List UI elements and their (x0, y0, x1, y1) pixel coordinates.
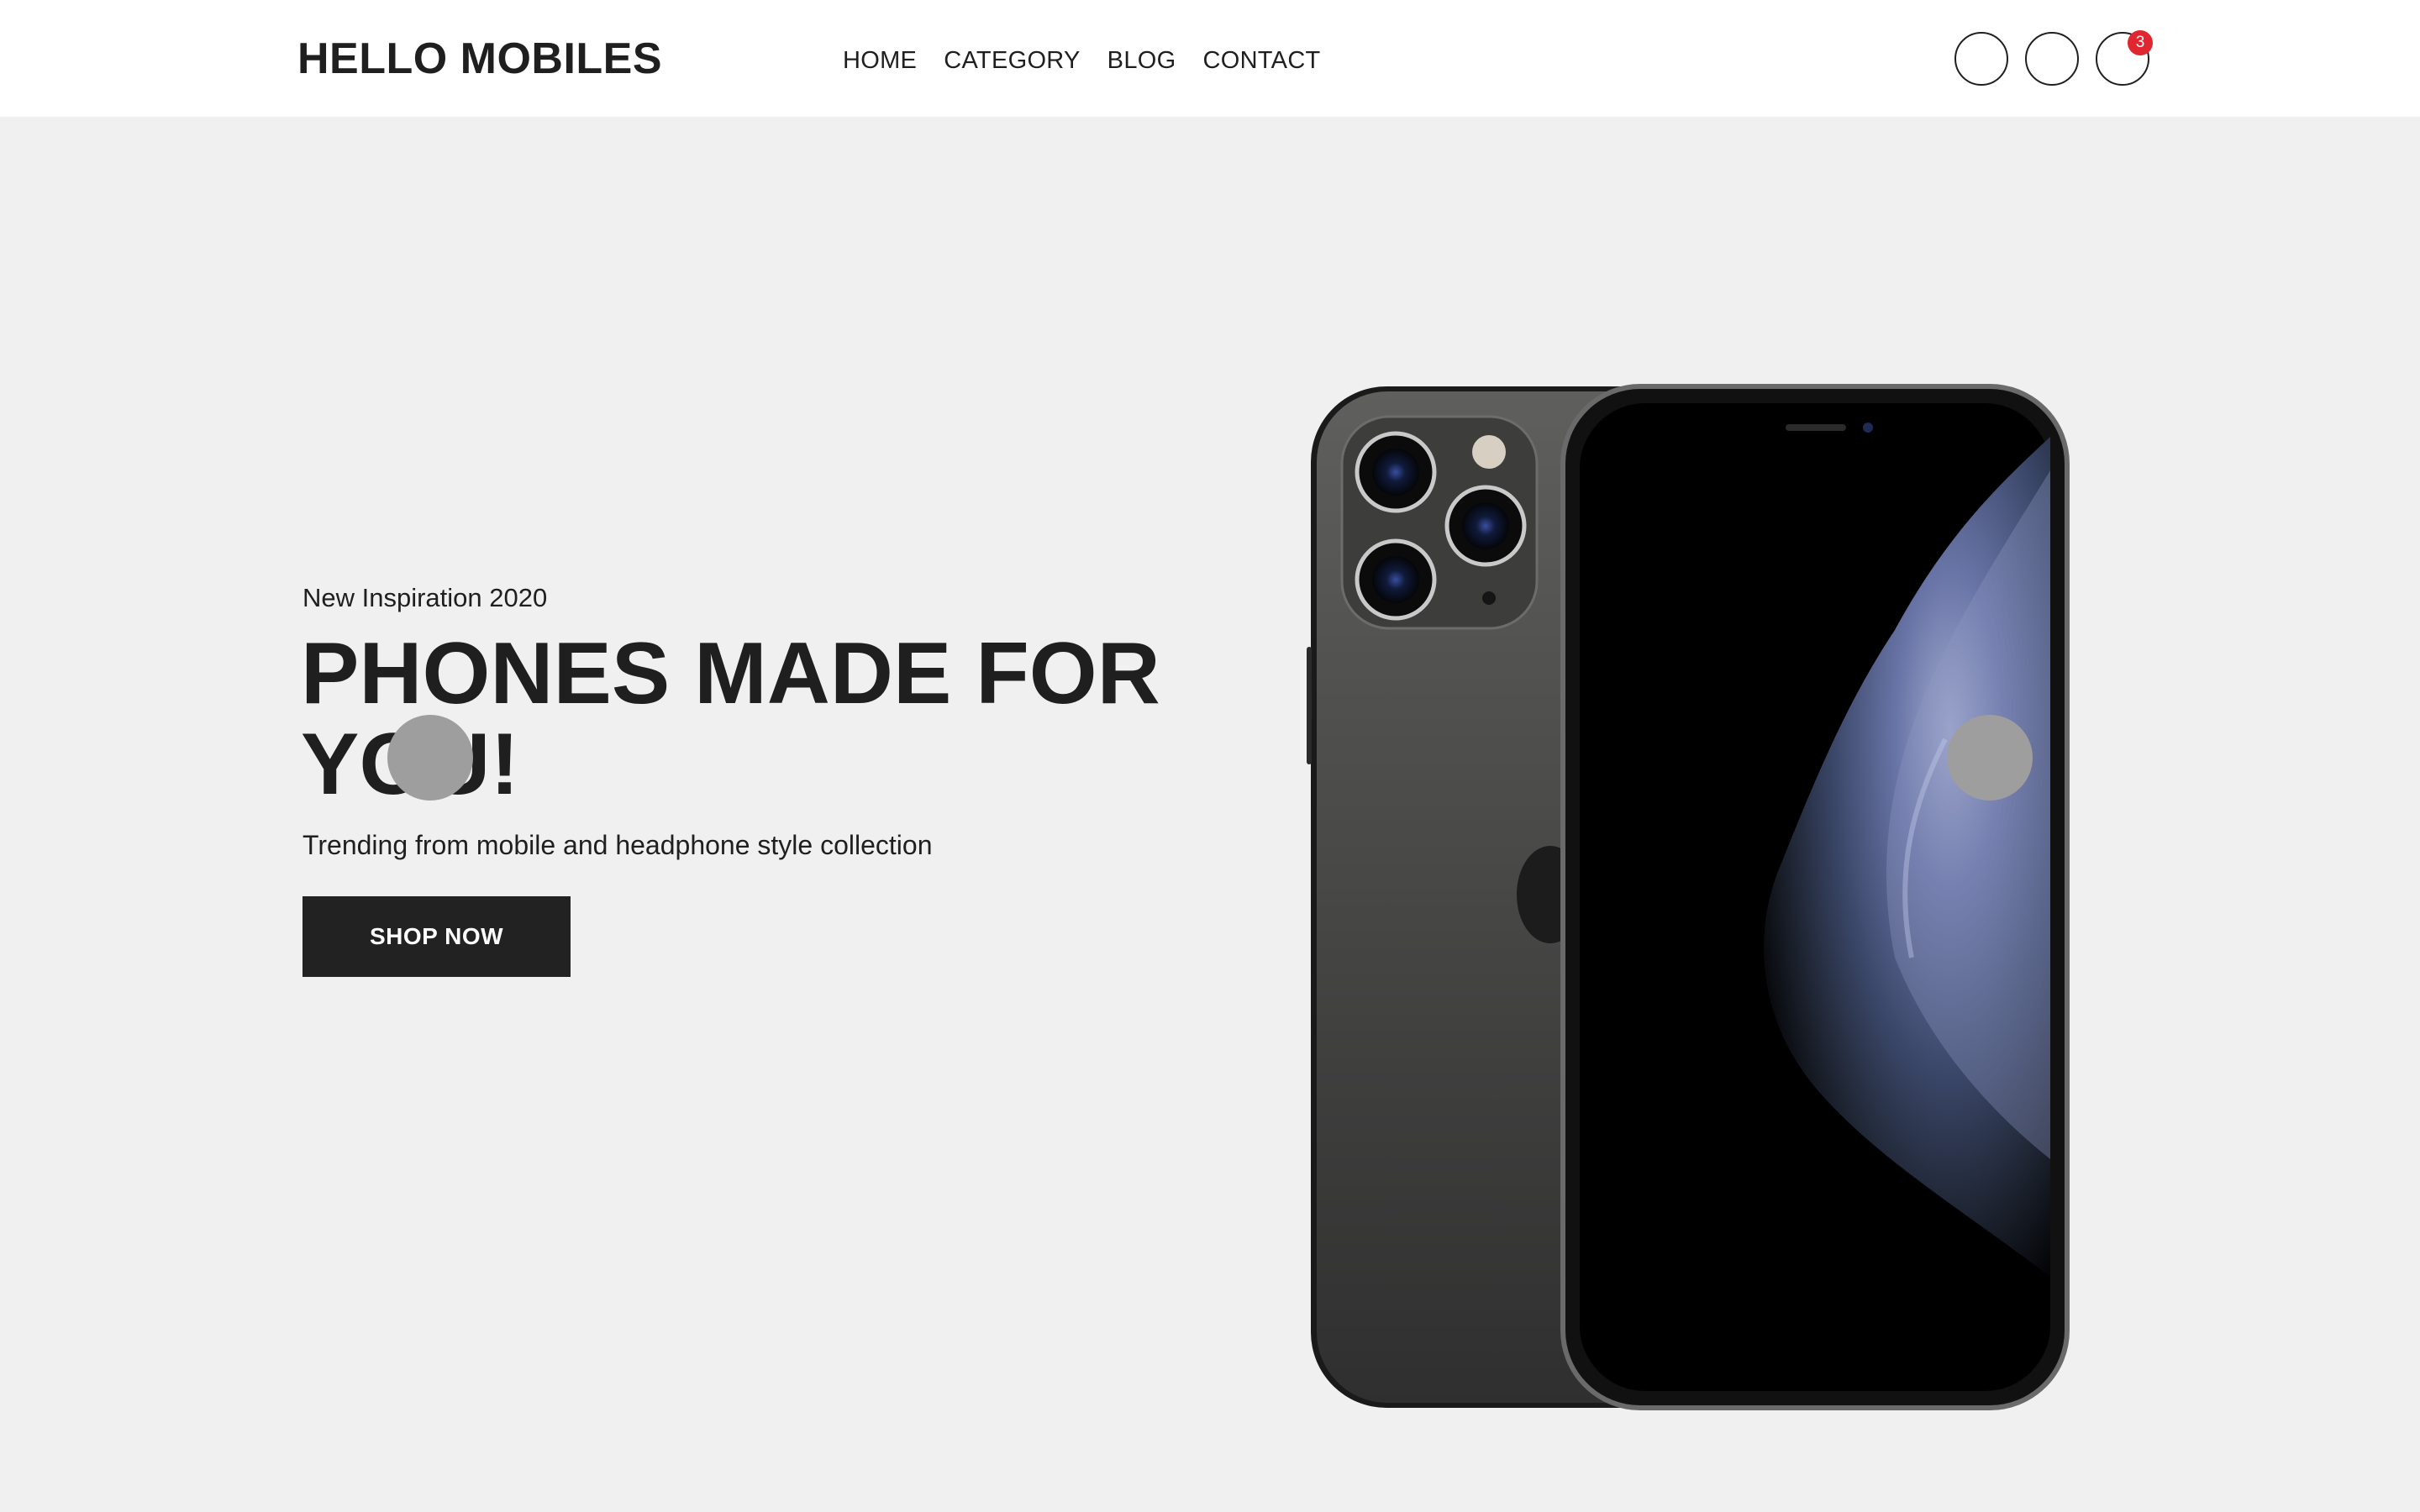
logo[interactable]: HELLO MOBILES (297, 32, 662, 86)
user-icon[interactable] (2025, 32, 2079, 86)
cart-icon[interactable]: 3 (2096, 30, 2153, 86)
slider-prev-dot[interactable] (387, 715, 473, 801)
search-icon[interactable] (1954, 32, 2008, 86)
main-nav: HOME CATEGORY BLOG CONTACT (843, 44, 1321, 77)
hero-headline-line1: PHONES MADE FOR (301, 625, 1160, 722)
nav-contact[interactable]: CONTACT (1202, 47, 1320, 75)
hero-eyebrow: New Inspiration 2020 (302, 583, 548, 612)
hero-subtitle: Trending from mobile and headphone style… (302, 830, 933, 860)
nav-home[interactable]: HOME (843, 47, 917, 75)
header-icons: 3 (1954, 30, 2153, 86)
nav-blog[interactable]: BLOG (1107, 47, 1176, 75)
site-header: HELLO MOBILES HOME CATEGORY BLOG CONTACT… (0, 0, 2420, 117)
cart-count-badge: 3 (2128, 30, 2153, 55)
shop-now-button[interactable]: SHOP NOW (302, 896, 571, 977)
nav-category[interactable]: CATEGORY (944, 47, 1080, 75)
smartphone-product-image (1307, 384, 2070, 1410)
slider-next-dot[interactable] (1947, 715, 2033, 801)
